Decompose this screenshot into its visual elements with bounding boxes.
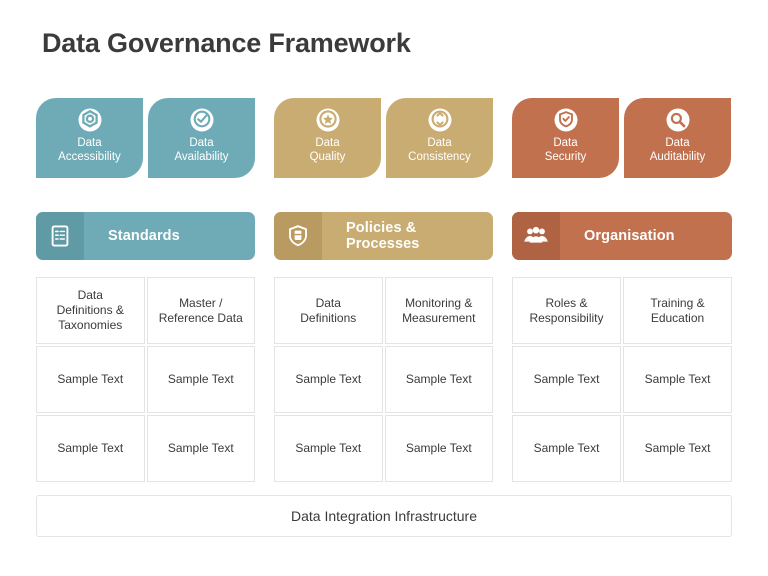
pillar-card-label: Data Consistency	[408, 137, 471, 163]
table-cell-text: Roles & Responsibility	[529, 295, 604, 325]
table-row: Data Definitions Monitoring & Measuremen…	[274, 277, 493, 344]
pillar-group-organisation: Data Security Data Auditability	[512, 98, 731, 178]
detail-table-organisation: Roles & Responsibility Training & Educat…	[512, 277, 732, 482]
category-banner-policies-processes[interactable]: Policies & Processes	[274, 212, 493, 260]
pillar-card-data-auditability[interactable]: Data Auditability	[624, 98, 731, 178]
shield-check-icon	[553, 107, 579, 133]
category-banner-label: Policies & Processes	[346, 220, 420, 252]
table-cell-text: Sample Text	[405, 441, 472, 455]
data-integration-infrastructure-bar[interactable]: Data Integration Infrastructure	[36, 495, 732, 537]
pillar-card-label: Data Quality	[309, 137, 346, 163]
table-row: Sample Text Sample Text	[512, 415, 732, 482]
shield-document-icon	[274, 212, 322, 260]
table-cell[interactable]: Monitoring & Measurement	[384, 277, 493, 344]
table-cell[interactable]: Data Definitions	[274, 277, 383, 344]
pillar-group-policies: Data Quality Data Consistency	[274, 98, 493, 178]
table-cell[interactable]: Sample Text	[623, 415, 732, 482]
table-cell[interactable]: Master / Reference Data	[146, 277, 255, 344]
table-row: Sample Text Sample Text	[274, 346, 493, 413]
category-banner-row: Standards Policies & Processes Organisat…	[36, 212, 732, 260]
category-banner-organisation[interactable]: Organisation	[512, 212, 732, 260]
table-cell[interactable]: Sample Text	[512, 415, 621, 482]
check-circle-icon	[189, 107, 215, 133]
pillar-card-data-consistency[interactable]: Data Consistency	[386, 98, 493, 178]
table-cell[interactable]: Sample Text	[146, 346, 255, 413]
table-cell-text: Sample Text	[533, 441, 600, 455]
table-cell[interactable]: Sample Text	[274, 346, 383, 413]
pillar-card-data-security[interactable]: Data Security	[512, 98, 619, 178]
detail-table-standards: Data Definitions & Taxonomies Master / R…	[36, 277, 255, 482]
table-cell-text: Sample Text	[57, 372, 124, 386]
table-cell[interactable]: Sample Text	[623, 346, 732, 413]
sync-arrows-icon	[427, 107, 453, 133]
checklist-clipboard-icon	[36, 212, 84, 260]
table-cell-text: Sample Text	[644, 441, 711, 455]
table-cell[interactable]: Data Definitions & Taxonomies	[36, 277, 145, 344]
table-cell[interactable]: Sample Text	[274, 415, 383, 482]
page-title: Data Governance Framework	[42, 28, 411, 58]
table-cell-text: Sample Text	[295, 441, 362, 455]
detail-table-policies-processes: Data Definitions Monitoring & Measuremen…	[274, 277, 493, 482]
table-cell[interactable]: Roles & Responsibility	[512, 277, 621, 344]
pillar-card-data-availability[interactable]: Data Availability	[148, 98, 255, 178]
table-cell-text: Data Definitions & Taxonomies	[56, 288, 124, 332]
table-row: Sample Text Sample Text	[512, 346, 732, 413]
star-circle-icon	[315, 107, 341, 133]
table-cell-text: Sample Text	[167, 441, 234, 455]
table-cell[interactable]: Sample Text	[36, 415, 145, 482]
pillar-card-row: Data Accessibility Data Availability Dat…	[36, 98, 732, 178]
table-cell[interactable]: Sample Text	[36, 346, 145, 413]
footer-bar-label: Data Integration Infrastructure	[291, 508, 477, 524]
detail-table-row: Data Definitions & Taxonomies Master / R…	[36, 277, 732, 482]
table-cell-text: Sample Text	[405, 372, 472, 386]
table-cell-text: Monitoring & Measurement	[402, 295, 476, 325]
table-cell-text: Sample Text	[644, 372, 711, 386]
table-cell[interactable]: Sample Text	[384, 415, 493, 482]
table-row: Roles & Responsibility Training & Educat…	[512, 277, 732, 344]
hexagon-gear-icon	[77, 107, 103, 133]
category-banner-label: Standards	[108, 228, 180, 244]
table-row: Sample Text Sample Text	[36, 346, 255, 413]
table-row: Data Definitions & Taxonomies Master / R…	[36, 277, 255, 344]
category-banner-standards[interactable]: Standards	[36, 212, 255, 260]
pillar-card-label: Data Auditability	[649, 137, 706, 163]
table-cell-text: Sample Text	[57, 441, 124, 455]
pillar-card-data-accessibility[interactable]: Data Accessibility	[36, 98, 143, 178]
table-cell[interactable]: Sample Text	[512, 346, 621, 413]
table-row: Sample Text Sample Text	[274, 415, 493, 482]
category-banner-label: Organisation	[584, 228, 675, 244]
table-row: Sample Text Sample Text	[36, 415, 255, 482]
table-cell-text: Data Definitions	[300, 295, 357, 325]
pillar-group-standards: Data Accessibility Data Availability	[36, 98, 255, 178]
people-group-icon	[512, 212, 560, 260]
table-cell[interactable]: Sample Text	[146, 415, 255, 482]
pillar-card-data-quality[interactable]: Data Quality	[274, 98, 381, 178]
pillar-card-label: Data Security	[544, 137, 587, 163]
magnifier-icon	[665, 107, 691, 133]
table-cell[interactable]: Training & Education	[623, 277, 732, 344]
pillar-card-label: Data Accessibility	[58, 137, 121, 163]
table-cell-text: Sample Text	[167, 372, 234, 386]
table-cell-text: Sample Text	[295, 372, 362, 386]
table-cell[interactable]: Sample Text	[384, 346, 493, 413]
table-cell-text: Sample Text	[533, 372, 600, 386]
table-cell-text: Master / Reference Data	[158, 295, 243, 325]
data-governance-framework-slide: Data Governance Framework Data Accessibi…	[0, 0, 768, 576]
pillar-card-label: Data Availability	[174, 137, 229, 163]
table-cell-text: Training & Education	[650, 295, 705, 325]
